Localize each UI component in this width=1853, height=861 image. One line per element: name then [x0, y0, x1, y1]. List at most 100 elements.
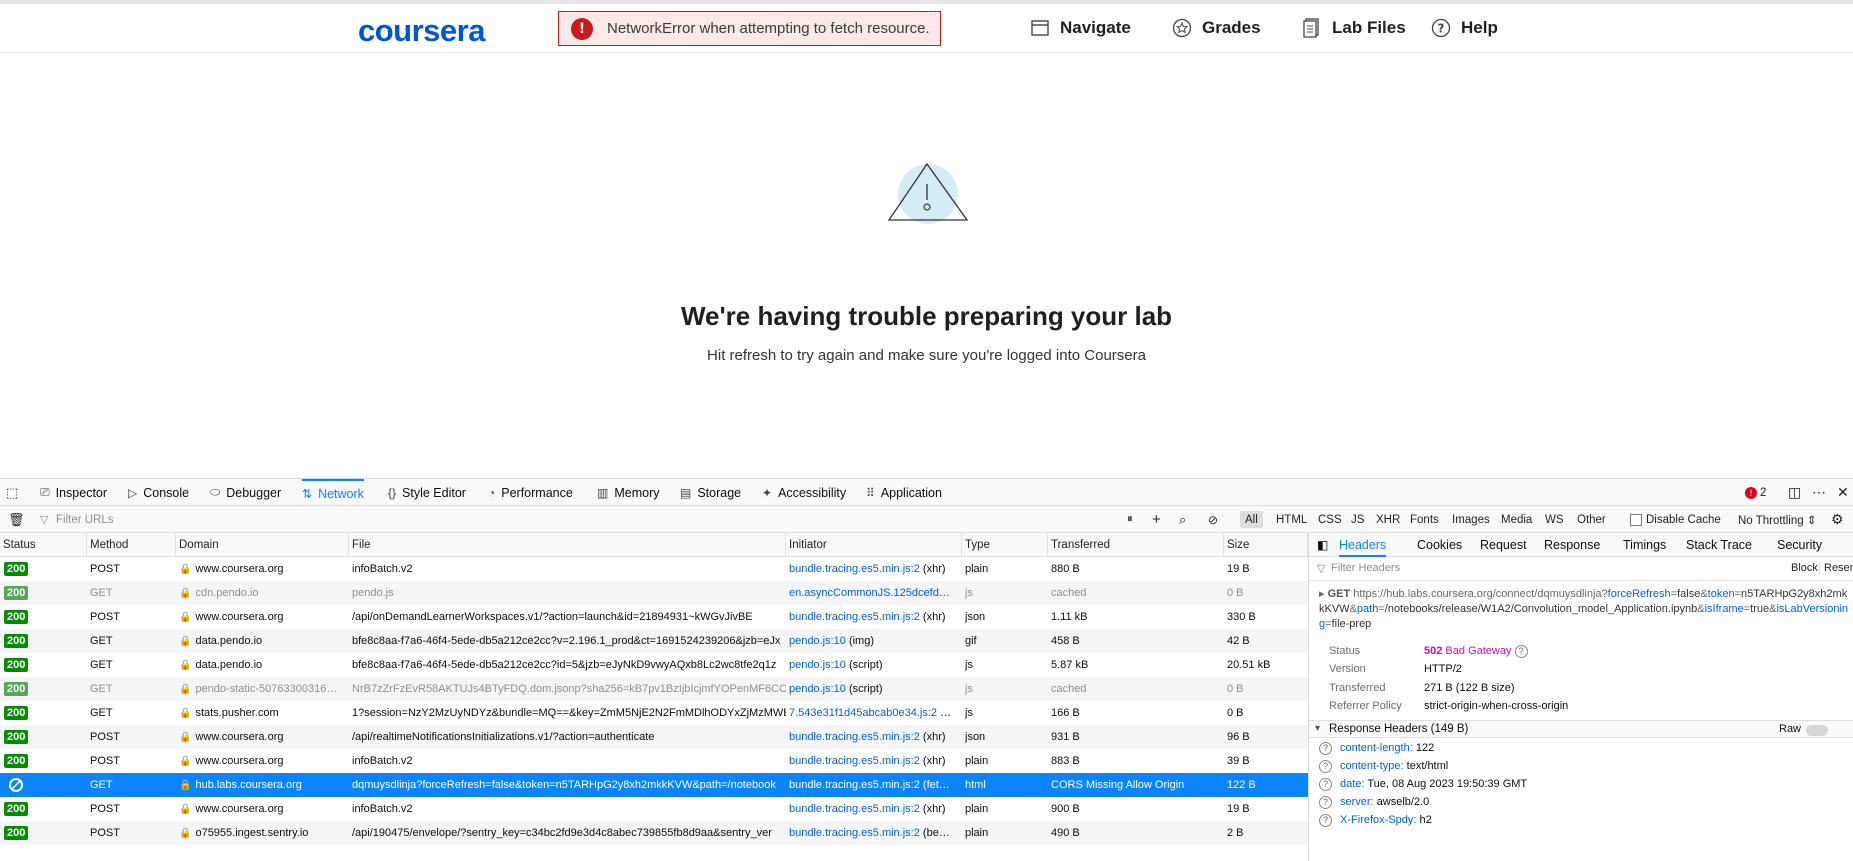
add-icon[interactable]: + — [1152, 506, 1161, 533]
disable-cache-checkbox[interactable] — [1630, 513, 1642, 526]
tab-headers[interactable]: Headers — [1339, 533, 1387, 557]
help-icon[interactable]: ? — [1514, 645, 1528, 658]
tab-style-editor[interactable]: {} Style Editor — [388, 479, 466, 506]
table-row[interactable]: 200 GET 🔒 cdn.pendo.io pendo.js en.asyncCommo… — [0, 581, 1308, 605]
tab-accessibility[interactable]: ✦ Accessibility — [762, 479, 846, 506]
element-picker-icon[interactable]: ⬚ — [6, 479, 18, 506]
filter-js[interactable]: JS — [1351, 506, 1364, 533]
initiator-link[interactable]: en.asyncCommonJS.125dcefd… — [789, 587, 950, 599]
tab-performance[interactable]: ◔ Performance — [488, 479, 573, 506]
filter-media[interactable]: Media — [1501, 506, 1532, 533]
tab-network[interactable]: ⇅ Network — [302, 479, 364, 506]
error-count-badge[interactable]: ! 2 — [1745, 479, 1766, 506]
search-icon[interactable]: ⌕ — [1179, 506, 1186, 533]
table-row[interactable]: 200 GET 🔒 pendo-static-50763300316… NrB7zZrF… — [0, 677, 1308, 701]
filter-all[interactable]: All — [1240, 511, 1263, 528]
table-row[interactable]: 200 POST 🔒 www.coursera.org infoBatch.v2 bund… — [0, 749, 1308, 773]
col-file[interactable]: File — [349, 533, 786, 557]
cell-type: plain — [965, 563, 989, 575]
filter-fonts[interactable]: Fonts — [1410, 506, 1439, 533]
toggle-sidebar-icon[interactable]: ◧ — [1317, 533, 1328, 557]
response-headers-section[interactable]: ▾ Response Headers (149 B) Raw — [1309, 720, 1853, 738]
tab-request[interactable]: Request — [1480, 533, 1527, 557]
expand-arrow-icon[interactable]: ▸ — [1319, 588, 1325, 600]
initiator-link[interactable]: bundle.tracing.es5.min.js:2 — [789, 731, 920, 743]
tab-response[interactable]: Response — [1544, 533, 1600, 557]
filter-css[interactable]: CSS — [1318, 506, 1342, 533]
table-row[interactable]: 200 GET 🔒 data.pendo.io bfe8c8aa-f7a6-46f4-5… — [0, 629, 1308, 653]
filter-other[interactable]: Other — [1577, 506, 1606, 533]
initiator-link[interactable]: bundle.tracing.es5.min.js:2 — [789, 563, 920, 575]
tab-debugger[interactable]: ⬭ Debugger — [210, 479, 281, 506]
initiator-link[interactable]: bundle.tracing.es5.min.js:2 — [789, 611, 920, 623]
trash-icon[interactable]: 🗑 — [8, 506, 25, 533]
initiator-link[interactable]: 7.543e31f1d45abcab0e34.js:2 — [789, 707, 937, 719]
raw-toggle[interactable] — [1806, 725, 1828, 736]
tab-stack-trace[interactable]: Stack Trace — [1686, 533, 1752, 557]
nav-lab-files[interactable]: Lab Files — [1302, 18, 1406, 38]
initiator-link[interactable]: bundle.tracing.es5.min.js:2 — [789, 779, 920, 791]
dock-icon[interactable]: ◫ — [1788, 479, 1801, 506]
col-method[interactable]: Method — [87, 533, 176, 557]
cell-transferred: cached — [1051, 683, 1087, 695]
filter-images[interactable]: Images — [1452, 506, 1490, 533]
tab-timings[interactable]: Timings — [1623, 533, 1666, 557]
table-row[interactable]: 200 GET 🔒 data.pendo.io bfe8c8aa-f7a6-46f4-5… — [0, 653, 1308, 677]
tab-console[interactable]: ▷ Console — [128, 479, 189, 506]
table-row[interactable]: 200 POST 🔒 www.coursera.org/api/realtimeNot… — [0, 725, 1308, 749]
initiator-link[interactable]: bundle.tracing.es5.min.js:2 — [789, 803, 920, 815]
close-icon[interactable]: ✕ — [1837, 479, 1849, 506]
table-row[interactable]: 200 GET 🔒 stats.pusher.com 1?session=NzY2MzU… — [0, 701, 1308, 725]
filter-urls-input[interactable]: Filter URLs — [56, 506, 114, 533]
table-row[interactable]: 200 POST 🔒 www.coursera.org infoBatch.v2 bund… — [0, 557, 1308, 581]
initiator-link[interactable]: pendo.js:10 — [789, 635, 846, 647]
filter-xhr[interactable]: XHR — [1376, 506, 1400, 533]
status-code: 502 — [1424, 645, 1443, 657]
tab-cookies[interactable]: Cookies — [1417, 533, 1462, 557]
col-domain[interactable]: Domain — [176, 533, 349, 557]
col-initiator[interactable]: Initiator — [786, 533, 962, 557]
tab-storage[interactable]: ▤ Storage — [680, 479, 741, 506]
tab-security[interactable]: Security — [1777, 533, 1822, 557]
disable-cache-toggle[interactable]: Disable Cache — [1630, 506, 1721, 533]
block-icon[interactable]: ⊘ — [1208, 506, 1218, 533]
col-size[interactable]: Size — [1224, 533, 1308, 557]
settings-gear-icon[interactable]: ⚙ — [1831, 506, 1844, 533]
initiator-link[interactable]: bundle.tracing.es5.min.js:2 — [789, 755, 920, 767]
help-icon[interactable]: ? — [1319, 796, 1332, 809]
initiator-link[interactable]: pendo.js:10 — [789, 659, 846, 671]
table-row[interactable]: 200 POST 🔒 www.coursera.org/api/onDemandLea… — [0, 605, 1308, 629]
initiator-link[interactable]: pendo.js:10 — [789, 683, 846, 695]
tab-memory[interactable]: ▥ Memory — [597, 479, 660, 506]
block-button[interactable]: Block — [1791, 562, 1818, 574]
help-icon[interactable]: ? — [1319, 778, 1332, 791]
cell-type: js — [965, 659, 973, 671]
col-type[interactable]: Type — [962, 533, 1048, 557]
filter-ws[interactable]: WS — [1545, 506, 1564, 533]
table-row[interactable]: 200 POST 🔒 www.coursera.org infoBatch.v2 bund… — [0, 797, 1308, 821]
col-transferred[interactable]: Transferred — [1048, 533, 1224, 557]
tab-inspector[interactable]: ⎚ Inspector — [40, 479, 107, 506]
help-icon[interactable]: ? — [1319, 742, 1332, 755]
table-row[interactable]: 200 POST 🔒 o75955.ingest.sentry.io/api/1904… — [0, 821, 1308, 845]
tab-application[interactable]: ⠿ Application — [866, 479, 942, 506]
col-status[interactable]: Status — [0, 533, 87, 557]
help-icon[interactable]: ? — [1319, 760, 1332, 773]
initiator-link[interactable]: bundle.tracing.es5.min.js:2 — [789, 827, 920, 839]
help-icon[interactable]: ? — [1319, 814, 1332, 827]
collapse-arrow-icon[interactable]: ▾ — [1315, 723, 1320, 734]
coursera-logo[interactable]: coursera — [358, 13, 485, 49]
pause-icon[interactable]: ⏸ — [1127, 506, 1133, 533]
table-row[interactable]: GET 🔒 hub.labs.coursera.org dqmuysdlinja?fo… — [0, 773, 1308, 797]
resend-button[interactable]: Resenc — [1819, 562, 1853, 574]
throttling-select[interactable]: No Throttling ⇕ — [1738, 506, 1816, 533]
cell-file: dqmuysdlinja?forceRefresh=false&token=n5… — [352, 779, 776, 791]
nav-help[interactable]: ? Help — [1431, 18, 1498, 38]
nav-grades[interactable]: Grades — [1172, 18, 1261, 38]
filter-headers-input[interactable]: Filter Headers — [1331, 562, 1400, 574]
filter-html[interactable]: HTML — [1276, 506, 1307, 533]
cell-transferred: cached — [1051, 587, 1087, 599]
nav-navigate[interactable]: Navigate — [1030, 18, 1131, 38]
cell-method: POST — [90, 827, 120, 839]
more-options-icon[interactable]: ⋯ — [1812, 479, 1826, 506]
